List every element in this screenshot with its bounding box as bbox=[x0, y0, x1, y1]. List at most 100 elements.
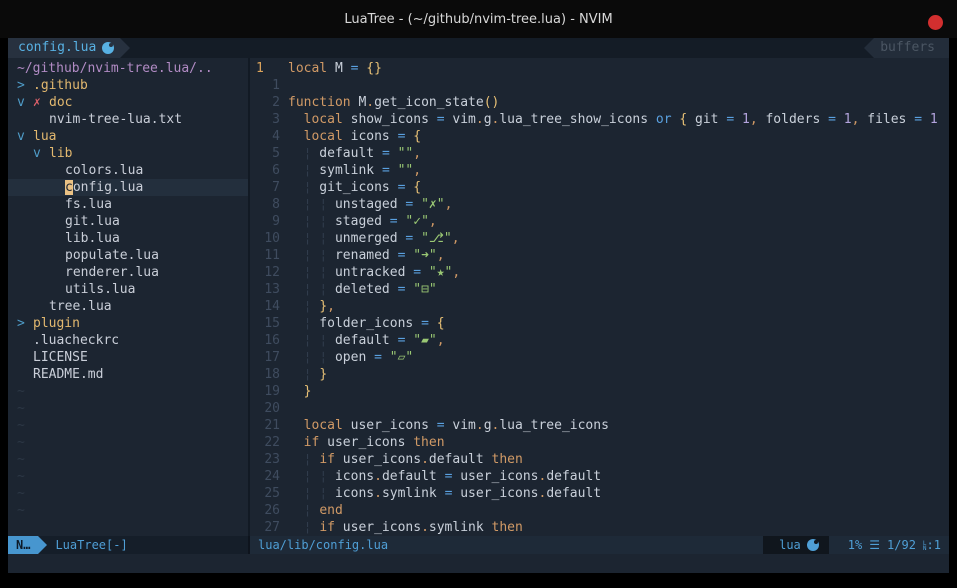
tree-item-lib[interactable]: vlib bbox=[8, 145, 248, 162]
code-line[interactable]: 20 bbox=[250, 400, 949, 417]
code-line[interactable]: 2function M.get_icon_state() bbox=[250, 94, 949, 111]
tree-item-label: renderer.lua bbox=[65, 264, 159, 281]
code-line-text: local user_icons = vim.g.lua_tree_icons bbox=[280, 417, 609, 434]
tree-item-doc[interactable]: v✗doc bbox=[8, 94, 248, 111]
relative-line-number: 26 bbox=[250, 502, 280, 519]
code-line[interactable]: 27 ¦ if user_icons.symlink then bbox=[250, 519, 949, 536]
code-line-text: ¦ ¦ default = "▰", bbox=[280, 332, 445, 349]
tree-item-plugin[interactable]: >plugin bbox=[8, 315, 248, 332]
code-line-text: ¦ ¦ untracked = "★", bbox=[280, 264, 460, 281]
code-line-text: local icons = { bbox=[280, 128, 421, 145]
lua-moon-icon bbox=[807, 539, 819, 551]
buffers-powerline-arrow-icon bbox=[864, 38, 874, 58]
tree-item-label: tree.lua bbox=[49, 298, 112, 315]
code-line[interactable]: 19 } bbox=[250, 383, 949, 400]
empty-line-tilde: ~ bbox=[8, 434, 248, 451]
code-line[interactable]: 9 ¦ ¦ staged = "✓", bbox=[250, 213, 949, 230]
relative-line-number: 27 bbox=[250, 519, 280, 536]
tree-item-git-lua[interactable]: git.lua bbox=[8, 213, 248, 230]
relative-line-number: 17 bbox=[250, 349, 280, 366]
code-line[interactable]: 8 ¦ ¦ unstaged = "✗", bbox=[250, 196, 949, 213]
code-line[interactable]: 25 ¦ ¦ icons.symlink = user_icons.defaul… bbox=[250, 485, 949, 502]
tree-item-readme-md[interactable]: README.md bbox=[8, 366, 248, 383]
tree-item--github-nvim-tree-lua-[interactable]: ~/github/nvim-tree.lua/.. bbox=[8, 60, 248, 77]
code-line[interactable]: 11 ¦ ¦ renamed = "➜", bbox=[250, 247, 949, 264]
tree-item-nvim-tree-lua-txt[interactable]: nvim-tree-lua.txt bbox=[8, 111, 248, 128]
tree-item-label: lua bbox=[33, 128, 56, 145]
relative-line-number: 22 bbox=[250, 434, 280, 451]
tree-item-config-lua[interactable]: config.lua bbox=[8, 179, 248, 196]
tree-item-label: doc bbox=[49, 94, 72, 111]
empty-line-tilde: ~ bbox=[8, 485, 248, 502]
code-line-text: ¦ end bbox=[280, 502, 343, 519]
tree-item-lua[interactable]: vlua bbox=[8, 128, 248, 145]
relative-line-number: 4 bbox=[250, 128, 280, 145]
relative-line-number: 20 bbox=[250, 400, 280, 417]
tab-config-lua[interactable]: config.lua bbox=[8, 38, 120, 58]
chevron-right-icon[interactable]: > bbox=[17, 77, 33, 94]
tree-item-label: colors.lua bbox=[65, 162, 143, 179]
close-button-icon[interactable] bbox=[928, 15, 943, 30]
relative-line-number: 18 bbox=[250, 366, 280, 383]
code-line[interactable]: 10 ¦ ¦ unmerged = "⎇", bbox=[250, 230, 949, 247]
lua-moon-icon bbox=[102, 42, 114, 54]
tree-item-utils-lua[interactable]: utils.lua bbox=[8, 281, 248, 298]
code-line-text: ¦ ¦ unmerged = "⎇", bbox=[280, 230, 460, 247]
relative-line-number: 16 bbox=[250, 332, 280, 349]
code-line-text bbox=[280, 77, 288, 94]
code-line[interactable]: 4 local icons = { bbox=[250, 128, 949, 145]
tree-item-label: populate.lua bbox=[65, 247, 159, 264]
code-line[interactable]: 14 ¦ }, bbox=[250, 298, 949, 315]
code-line-text: ¦ ¦ renamed = "➜", bbox=[280, 247, 445, 264]
empty-line-tilde: ~ bbox=[8, 383, 248, 400]
title-bar: LuaTree - (~/github/nvim-tree.lua) - NVI… bbox=[0, 0, 957, 38]
code-line[interactable]: 3 local show_icons = vim.g.lua_tree_show… bbox=[250, 111, 949, 128]
tree-item-tree-lua[interactable]: tree.lua bbox=[8, 298, 248, 315]
chevron-right-icon[interactable]: > bbox=[17, 315, 33, 332]
tree-item-populate-lua[interactable]: populate.lua bbox=[8, 247, 248, 264]
tree-item--luacheckrc[interactable]: .luacheckrc bbox=[8, 332, 248, 349]
tree-item-label: git.lua bbox=[65, 213, 120, 230]
tree-item-renderer-lua[interactable]: renderer.lua bbox=[8, 264, 248, 281]
code-line[interactable]: 7 ¦ git_icons = { bbox=[250, 179, 949, 196]
chevron-down-icon[interactable]: v bbox=[17, 94, 33, 111]
relative-line-number: 12 bbox=[250, 264, 280, 281]
command-line[interactable] bbox=[8, 554, 949, 573]
empty-line-tilde: ~ bbox=[8, 468, 248, 485]
code-line[interactable]: 13 ¦ ¦ deleted = "⊟" bbox=[250, 281, 949, 298]
chevron-down-icon[interactable]: v bbox=[33, 145, 49, 162]
code-line[interactable]: 1local M = {} bbox=[250, 60, 949, 77]
buffers-label[interactable]: buffers bbox=[874, 38, 949, 58]
code-line[interactable]: 23 ¦ if user_icons.default then bbox=[250, 451, 949, 468]
code-line-text: ¦ }, bbox=[280, 298, 335, 315]
code-line[interactable]: 16 ¦ ¦ default = "▰", bbox=[250, 332, 949, 349]
tree-item-colors-lua[interactable]: colors.lua bbox=[8, 162, 248, 179]
code-line[interactable]: 22 if user_icons then bbox=[250, 434, 949, 451]
tree-item--github[interactable]: >.github bbox=[8, 77, 248, 94]
code-line[interactable]: 18 ¦ } bbox=[250, 366, 949, 383]
code-line[interactable]: 1 bbox=[250, 77, 949, 94]
code-line[interactable]: 26 ¦ end bbox=[250, 502, 949, 519]
relative-line-number: 3 bbox=[250, 111, 280, 128]
code-line[interactable]: 15 ¦ folder_icons = { bbox=[250, 315, 949, 332]
code-line[interactable]: 12 ¦ ¦ untracked = "★", bbox=[250, 264, 949, 281]
relative-line-number: 21 bbox=[250, 417, 280, 434]
code-line[interactable]: 17 ¦ ¦ open = "▱" bbox=[250, 349, 949, 366]
code-line-text: ¦ if user_icons.symlink then bbox=[280, 519, 523, 536]
tree-item-fs-lua[interactable]: fs.lua bbox=[8, 196, 248, 213]
column-position: :1 bbox=[927, 536, 941, 554]
scroll-percent: 1% bbox=[848, 536, 862, 554]
tree-item-label: ~/github/nvim-tree.lua/.. bbox=[17, 60, 213, 77]
relative-line-number: 8 bbox=[250, 196, 280, 213]
tree-item-lib-lua[interactable]: lib.lua bbox=[8, 230, 248, 247]
code-line[interactable]: 6 ¦ symlink = "", bbox=[250, 162, 949, 179]
code-line-text: ¦ ¦ unstaged = "✗", bbox=[280, 196, 452, 213]
nvim-window: config.lua buffers ~/github/nvim-tree.lu… bbox=[8, 38, 949, 573]
code-line[interactable]: 5 ¦ default = "", bbox=[250, 145, 949, 162]
chevron-down-icon[interactable]: v bbox=[17, 128, 33, 145]
code-line-text: local M = {} bbox=[280, 60, 382, 77]
code-line[interactable]: 21 local user_icons = vim.g.lua_tree_ico… bbox=[250, 417, 949, 434]
tree-item-license[interactable]: LICENSE bbox=[8, 349, 248, 366]
code-line[interactable]: 24 ¦ ¦ icons.default = user_icons.defaul… bbox=[250, 468, 949, 485]
status-left-tree: N… LuaTree[-] bbox=[8, 536, 250, 554]
